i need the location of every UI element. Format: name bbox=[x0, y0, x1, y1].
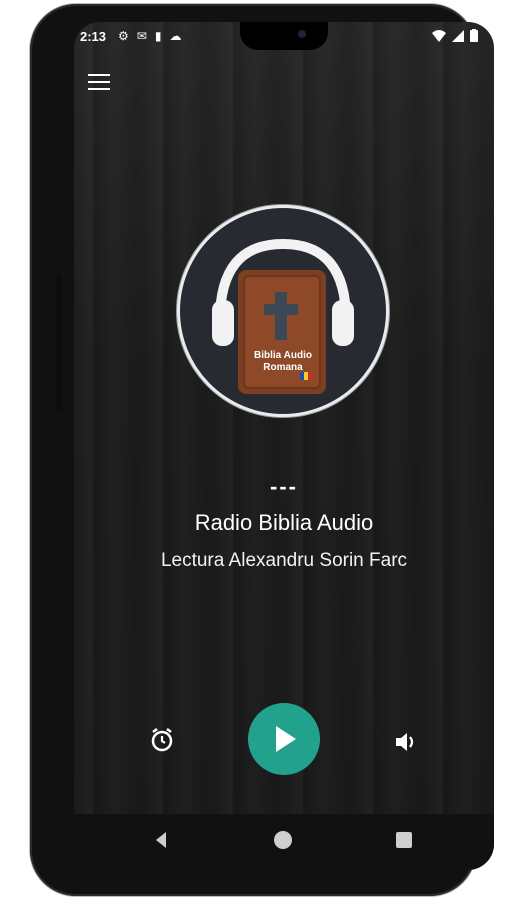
side-key bbox=[56, 276, 62, 410]
alarm-icon[interactable] bbox=[148, 726, 176, 754]
back-icon[interactable] bbox=[152, 830, 172, 850]
recent-apps-icon[interactable] bbox=[396, 832, 412, 848]
phone-frame: 2:13 ⚙ ✉ ▮ ☁ Biblia Audio Romana --- Rad… bbox=[30, 4, 494, 896]
home-icon[interactable] bbox=[274, 831, 292, 849]
cloud-icon: ☁ bbox=[169, 29, 182, 43]
station-subtitle: Lectura Alexandru Sorin Farc bbox=[160, 550, 408, 571]
menu-icon[interactable] bbox=[88, 74, 110, 92]
volume-icon[interactable] bbox=[392, 728, 420, 756]
album-art: Biblia Audio Romana bbox=[180, 208, 386, 414]
status-right-icons bbox=[432, 29, 478, 42]
status-bar: 2:13 ⚙ ✉ ▮ ☁ bbox=[74, 22, 494, 52]
art-label-line2: Romana bbox=[263, 362, 303, 373]
headphones-bible-icon bbox=[212, 238, 354, 394]
signal-icon bbox=[452, 29, 464, 42]
play-icon bbox=[276, 726, 296, 752]
track-title: --- bbox=[270, 474, 298, 499]
station-name: Radio Biblia Audio bbox=[194, 510, 374, 535]
play-button[interactable] bbox=[248, 703, 320, 775]
battery-icon bbox=[470, 29, 478, 42]
app-screen: 2:13 ⚙ ✉ ▮ ☁ Biblia Audio Romana --- Rad… bbox=[74, 22, 494, 870]
wifi-icon bbox=[432, 29, 446, 42]
gmail-icon: ✉ bbox=[136, 29, 147, 43]
gear-icon: ⚙ bbox=[118, 29, 129, 43]
status-time: 2:13 bbox=[80, 29, 107, 44]
battery-saver-icon: ▮ bbox=[154, 29, 162, 43]
art-label-line1: Biblia Audio bbox=[254, 350, 312, 361]
status-left-icons: ⚙ ✉ ▮ ☁ bbox=[118, 29, 181, 43]
system-nav-bar bbox=[74, 814, 494, 870]
